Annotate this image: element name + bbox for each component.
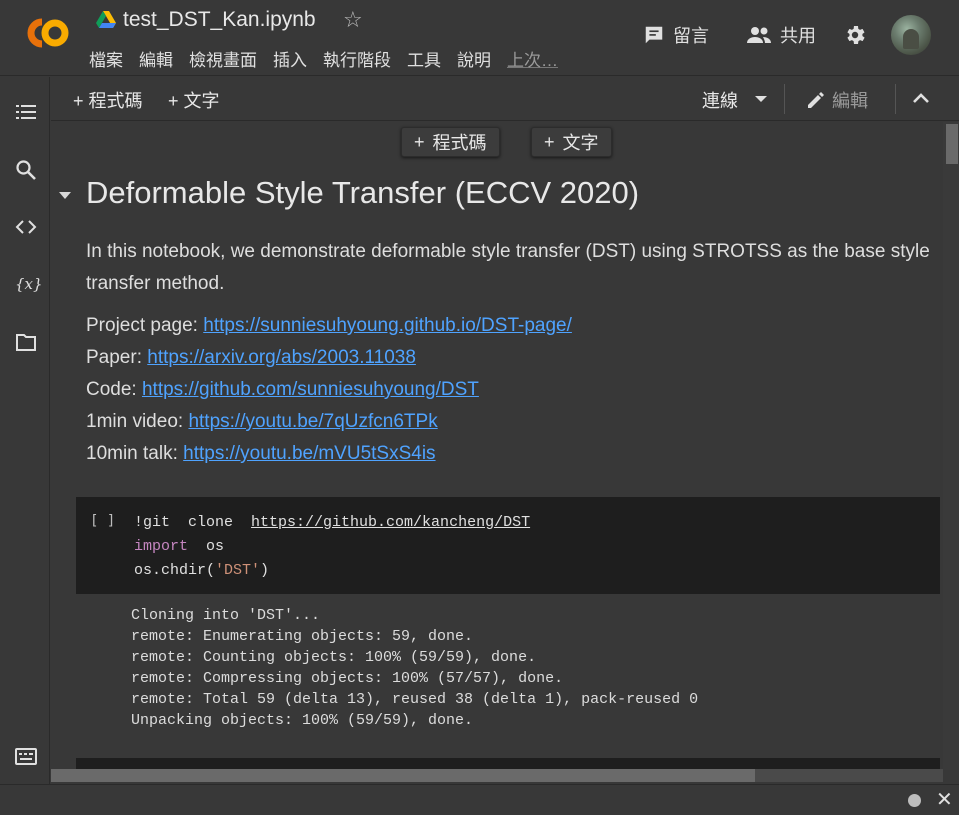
project-page-link[interactable]: https://sunniesuhyoung.github.io/DST-pag… (203, 315, 572, 336)
link-label: 1min video: (86, 411, 184, 432)
menu-tools[interactable]: 工具 (407, 46, 441, 71)
insert-code-label: 程式碼 (432, 133, 487, 153)
video-link[interactable]: https://youtu.be/7qUzfcn6TPk (188, 411, 437, 432)
chdir-close: ) (260, 562, 270, 579)
last-saved-link[interactable]: 上次… (507, 46, 558, 71)
insert-text-cell-button[interactable]: + 文字 (531, 127, 612, 157)
insert-code-cell-button[interactable]: + 程式碼 (401, 127, 500, 157)
link-label: Project page: (86, 315, 198, 336)
link-label: Paper: (86, 347, 142, 368)
table-of-contents-icon[interactable] (15, 101, 37, 123)
link-row-code: Code: https://github.com/sunniesuhyoung/… (86, 374, 931, 406)
link-row-project: Project page: https://sunniesuhyoung.git… (86, 310, 931, 342)
comment-icon (645, 26, 663, 44)
status-bar: ✕ (0, 784, 959, 815)
share-label: 共用 (780, 26, 816, 46)
import-keyword: import (134, 538, 189, 555)
cell-output: Cloning into 'DST'... remote: Enumerating… (131, 605, 698, 731)
link-row-talk: 10min talk: https://youtu.be/mVU5tSxS4is (86, 438, 931, 470)
vertical-scrollbar[interactable] (943, 122, 959, 770)
paper-link[interactable]: https://arxiv.org/abs/2003.11038 (147, 347, 416, 368)
user-avatar[interactable] (891, 15, 931, 55)
comment-label: 留言 (673, 26, 709, 46)
section-heading: Deformable Style Transfer (ECCV 2020) (86, 175, 640, 210)
variables-icon[interactable]: {x} (15, 273, 43, 295)
gear-icon[interactable] (843, 23, 867, 47)
terminal-icon[interactable] (15, 746, 37, 768)
add-code-button[interactable]: + 程式碼 (73, 87, 143, 113)
menu-runtime[interactable]: 執行階段 (323, 46, 391, 71)
output-line: remote: Total 59 (delta 13), reused 38 (… (131, 691, 699, 708)
star-icon[interactable]: ☆ (343, 7, 363, 33)
code-snippets-icon[interactable] (15, 216, 37, 238)
plus-icon: + (544, 131, 555, 152)
google-drive-icon[interactable] (96, 11, 116, 29)
menu-help[interactable]: 說明 (457, 46, 491, 71)
edit-mode-button[interactable]: 編輯 (806, 87, 868, 113)
intro-text: In this notebook, we demonstrate deforma… (86, 241, 930, 294)
repo-url[interactable]: https://github.com/kancheng/DST (251, 514, 530, 531)
folder-icon[interactable] (15, 331, 37, 353)
code-cell[interactable]: [ ] !git clone https://github.com/kanche… (76, 497, 940, 594)
insert-text-label: 文字 (562, 133, 599, 153)
toolbar-divider (784, 84, 785, 114)
menu-bar: 檔案 編輯 檢視畫面 插入 執行階段 工具 說明 上次… (89, 46, 574, 71)
status-dot-icon[interactable] (908, 794, 921, 807)
link-row-paper: Paper: https://arxiv.org/abs/2003.11038 (86, 342, 931, 374)
code-line-1[interactable]: !git clone https://github.com/kancheng/D… (134, 514, 530, 531)
add-text-button[interactable]: + 文字 (168, 87, 220, 113)
collapse-header-icon[interactable] (911, 89, 931, 109)
app-header: test_DST_Kan.ipynb ☆ 檔案 編輯 檢視畫面 插入 執行階段 … (0, 0, 959, 76)
left-sidebar: {x} (0, 77, 50, 784)
run-cell-button[interactable]: [ ] (90, 513, 115, 529)
search-icon[interactable] (15, 159, 37, 181)
string-literal: 'DST' (215, 562, 261, 579)
close-icon[interactable]: ✕ (936, 790, 953, 810)
plus-icon: + (414, 131, 425, 152)
share-button[interactable]: 共用 (746, 22, 816, 48)
code-line-2[interactable]: import os (134, 538, 224, 555)
people-icon (747, 27, 771, 43)
colab-logo[interactable] (18, 14, 72, 52)
output-line: remote: Counting objects: 100% (59/59), … (131, 649, 537, 666)
code-line-3[interactable]: os.chdir('DST') (134, 562, 269, 579)
comment-button[interactable]: 留言 (643, 22, 709, 48)
notebook-title[interactable]: test_DST_Kan.ipynb (123, 8, 316, 32)
import-module: os (188, 538, 225, 555)
link-label: Code: (86, 379, 137, 400)
output-line: remote: Enumerating objects: 59, done. (131, 628, 474, 645)
collapse-section-icon[interactable] (59, 192, 71, 199)
connect-button[interactable]: 連線 (702, 87, 738, 113)
edit-label: 編輯 (832, 91, 868, 111)
horizontal-scrollbar[interactable] (755, 769, 943, 782)
vertical-scrollbar-thumb[interactable] (946, 124, 958, 164)
chevron-down-icon[interactable] (755, 96, 767, 102)
menu-view[interactable]: 檢視畫面 (189, 46, 257, 71)
talk-link[interactable]: https://youtu.be/mVU5tSxS4is (183, 443, 435, 464)
output-line: Unpacking objects: 100% (59/59), done. (131, 712, 474, 729)
link-label: 10min talk: (86, 443, 178, 464)
output-line: Cloning into 'DST'... (131, 607, 321, 624)
horizontal-scrollbar-thumb[interactable] (51, 769, 755, 782)
menu-insert[interactable]: 插入 (273, 46, 307, 71)
chdir-call: os.chdir( (134, 562, 216, 579)
toolbar-divider (895, 84, 896, 114)
menu-file[interactable]: 檔案 (89, 46, 123, 71)
notebook-content: + 程式碼 + 文字 Deformable Style Transfer (EC… (51, 122, 943, 770)
pencil-icon (808, 92, 824, 108)
git-command: !git clone (134, 514, 252, 531)
output-line: remote: Compressing objects: 100% (57/57… (131, 670, 564, 687)
notebook-toolbar: + 程式碼 + 文字 連線 編輯 (51, 77, 959, 121)
code-link[interactable]: https://github.com/sunniesuhyoung/DST (142, 379, 479, 400)
menu-edit[interactable]: 編輯 (139, 46, 173, 71)
link-row-video: 1min video: https://youtu.be/7qUzfcn6TPk (86, 406, 931, 438)
